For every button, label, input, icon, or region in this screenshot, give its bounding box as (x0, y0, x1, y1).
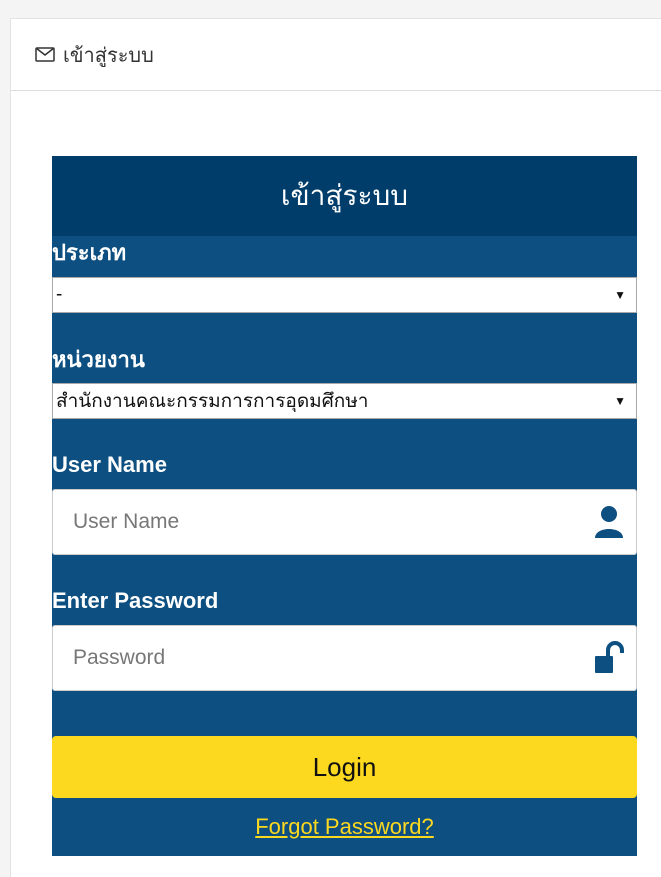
type-select[interactable]: - ▼ (52, 277, 637, 313)
password-label: Enter Password (52, 588, 219, 613)
dropdown-arrow-icon: ▼ (614, 288, 626, 302)
type-label: ประเภท (52, 240, 127, 265)
agency-select[interactable]: สำนักงานคณะกรรมการการอุดมศึกษา ▼ (52, 383, 637, 419)
unlock-icon (594, 641, 624, 675)
type-select-value: - (56, 284, 63, 305)
username-label: User Name (52, 452, 167, 477)
user-icon (594, 505, 624, 539)
forgot-password-link[interactable]: Forgot Password? (52, 814, 637, 840)
username-field-wrapper (52, 489, 637, 555)
dropdown-arrow-icon: ▼ (614, 394, 626, 408)
username-input[interactable] (73, 490, 573, 554)
password-field-wrapper (52, 625, 637, 691)
agency-select-value: สำนักงานคณะกรรมการการอุดมศึกษา (56, 391, 369, 412)
panel-heading: เข้าสู่ระบบ (11, 19, 661, 91)
login-form-title: เข้าสู่ระบบ (52, 156, 637, 236)
login-button[interactable]: Login (52, 736, 637, 798)
login-panel: เข้าสู่ระบบ เข้าสู่ระบบ ประเภท - ▼ หน่วย… (10, 18, 661, 877)
password-input[interactable] (73, 626, 573, 690)
agency-label: หน่วยงาน (52, 347, 145, 372)
login-form: เข้าสู่ระบบ ประเภท - ▼ หน่วยงาน สำนักงาน… (52, 156, 637, 856)
panel-title: เข้าสู่ระบบ (63, 44, 154, 67)
envelope-icon (35, 47, 55, 62)
